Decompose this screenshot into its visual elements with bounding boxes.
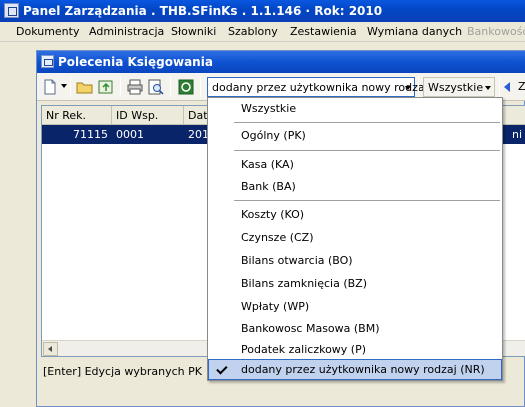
dropdown-option-ka[interactable]: Kasa (KA) <box>208 154 502 175</box>
window-icon <box>41 55 54 68</box>
new-document-icon[interactable] <box>41 78 59 96</box>
dropdown-separator <box>234 200 500 201</box>
dropdown-option-wp[interactable]: Wpłaty (WP) <box>208 296 502 317</box>
menu-dokumenty[interactable]: Dokumenty <box>16 25 79 38</box>
chevron-down-icon[interactable] <box>485 86 491 90</box>
document-type-dropdown-list[interactable]: Wszystkie Ogólny (PK) Kasa (KA) Bank (BA… <box>207 97 503 381</box>
checkmark-icon <box>217 364 228 375</box>
dropdown-option-wszystkie[interactable]: Wszystkie <box>208 98 502 119</box>
dropdown-option-cz[interactable]: Czynsze (CZ) <box>208 227 502 248</box>
cell-cut-off: ni <box>512 128 523 141</box>
dropdown-option-nr-label: dodany przez użytkownika nowy rodzaj (NR… <box>241 363 485 376</box>
menu-bar: Dokumenty Administracja Słowniki Szablon… <box>0 22 525 42</box>
app-logo-icon <box>4 3 19 18</box>
menu-szablony[interactable]: Szablony <box>228 25 278 38</box>
toolbar-separator <box>418 77 419 97</box>
menu-slowniki[interactable]: Słowniki <box>171 25 216 38</box>
previous-arrow-icon[interactable] <box>504 82 510 92</box>
dropdown-option-bz[interactable]: Bilans zamknięcia (BZ) <box>208 273 502 294</box>
dropdown-separator <box>234 122 500 123</box>
dropdown-option-bo[interactable]: Bilans otwarcia (BO) <box>208 250 502 271</box>
dropdown-separator <box>234 150 500 151</box>
open-folder-icon[interactable] <box>76 78 94 96</box>
toolbar-separator <box>120 77 121 97</box>
dropdown-option-ba[interactable]: Bank (BA) <box>208 176 502 197</box>
scroll-left-icon[interactable] <box>43 342 58 356</box>
menu-zestawienia[interactable]: Zestawienia <box>290 25 357 38</box>
document-type-filter-value: dodany przez użytkownika nowy rodzaj <box>212 81 428 94</box>
toolbar-separator <box>70 77 71 97</box>
app-title: Panel Zarządzania . THB.SFinKs . 1.1.146… <box>23 4 383 18</box>
dropdown-option-nr[interactable]: dodany przez użytkownika nowy rodzaj (NR… <box>208 359 502 380</box>
print-icon[interactable] <box>126 78 144 96</box>
chevron-down-icon[interactable] <box>405 86 411 90</box>
accept-icon[interactable] <box>177 78 195 96</box>
toolbar-separator <box>200 77 201 97</box>
toolbar-separator <box>499 77 500 97</box>
dropdown-option-ko[interactable]: Koszty (KO) <box>208 204 502 225</box>
column-header-id-wsp[interactable]: ID Wsp. <box>112 106 184 125</box>
cell-nr-rek: 71115 <box>73 128 108 141</box>
toolbar-separator <box>170 77 171 97</box>
app-title-bar: Panel Zarządzania . THB.SFinKs . 1.1.146… <box>0 0 525 22</box>
menu-administracja[interactable]: Administracja <box>89 25 164 38</box>
scope-filter-combo[interactable]: Wszystkie <box>423 77 495 97</box>
menu-wymiana-danych[interactable]: Wymiana danych <box>367 25 462 38</box>
export-icon[interactable] <box>97 78 115 96</box>
column-header-nr-rek[interactable]: Nr Rek. <box>42 106 112 125</box>
window-title-bar[interactable]: Polecenia Księgowania <box>37 51 525 73</box>
new-dropdown-caret-icon[interactable] <box>61 84 67 88</box>
window-title: Polecenia Księgowania <box>58 55 213 69</box>
dropdown-option-p[interactable]: Podatek zaliczkowy (P) <box>208 339 502 360</box>
cell-id-wsp: 0001 <box>116 128 144 141</box>
dropdown-option-bm[interactable]: Bankowosc Masowa (BM) <box>208 318 502 339</box>
scope-filter-value: Wszystkie <box>428 81 484 94</box>
print-preview-icon[interactable] <box>147 78 165 96</box>
menu-bankowosc[interactable]: Bankowość E <box>467 25 525 38</box>
dropdown-option-pk[interactable]: Ogólny (PK) <box>208 125 502 146</box>
document-type-filter-combo[interactable]: dodany przez użytkownika nowy rodzaj <box>207 77 428 97</box>
nav-label[interactable]: Z <box>518 80 525 93</box>
